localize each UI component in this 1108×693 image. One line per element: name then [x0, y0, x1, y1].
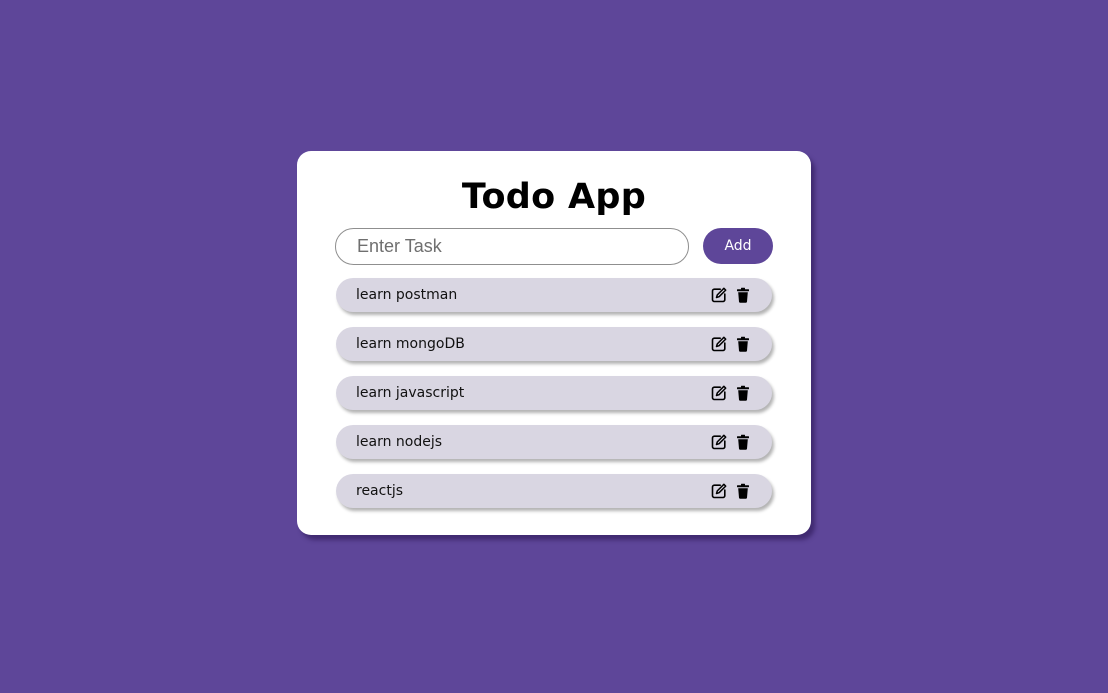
edit-icon[interactable] — [711, 483, 727, 499]
task-item: learn nodejs — [336, 425, 772, 459]
edit-icon[interactable] — [711, 385, 727, 401]
trash-icon[interactable] — [735, 483, 751, 499]
task-text: reactjs — [356, 483, 404, 499]
task-input[interactable] — [335, 228, 689, 265]
task-item: learn postman — [336, 278, 772, 312]
task-text: learn javascript — [356, 385, 465, 401]
task-text: learn mongoDB — [356, 336, 465, 352]
add-button[interactable]: Add — [703, 228, 773, 264]
trash-icon[interactable] — [735, 385, 751, 401]
trash-icon[interactable] — [735, 434, 751, 450]
task-text: learn nodejs — [356, 434, 443, 450]
task-text: learn postman — [356, 287, 458, 303]
page-title: Todo App — [461, 177, 647, 217]
trash-icon[interactable] — [735, 287, 751, 303]
todo-card: Todo App Add learn postman learn mongoDB… — [297, 151, 811, 535]
edit-icon[interactable] — [711, 287, 727, 303]
task-item: reactjs — [336, 474, 772, 508]
edit-icon[interactable] — [711, 336, 727, 352]
task-item: learn javascript — [336, 376, 772, 410]
task-item: learn mongoDB — [336, 327, 772, 361]
edit-icon[interactable] — [711, 434, 727, 450]
trash-icon[interactable] — [735, 336, 751, 352]
task-list: learn postman learn mongoDB learn javasc… — [336, 278, 772, 523]
